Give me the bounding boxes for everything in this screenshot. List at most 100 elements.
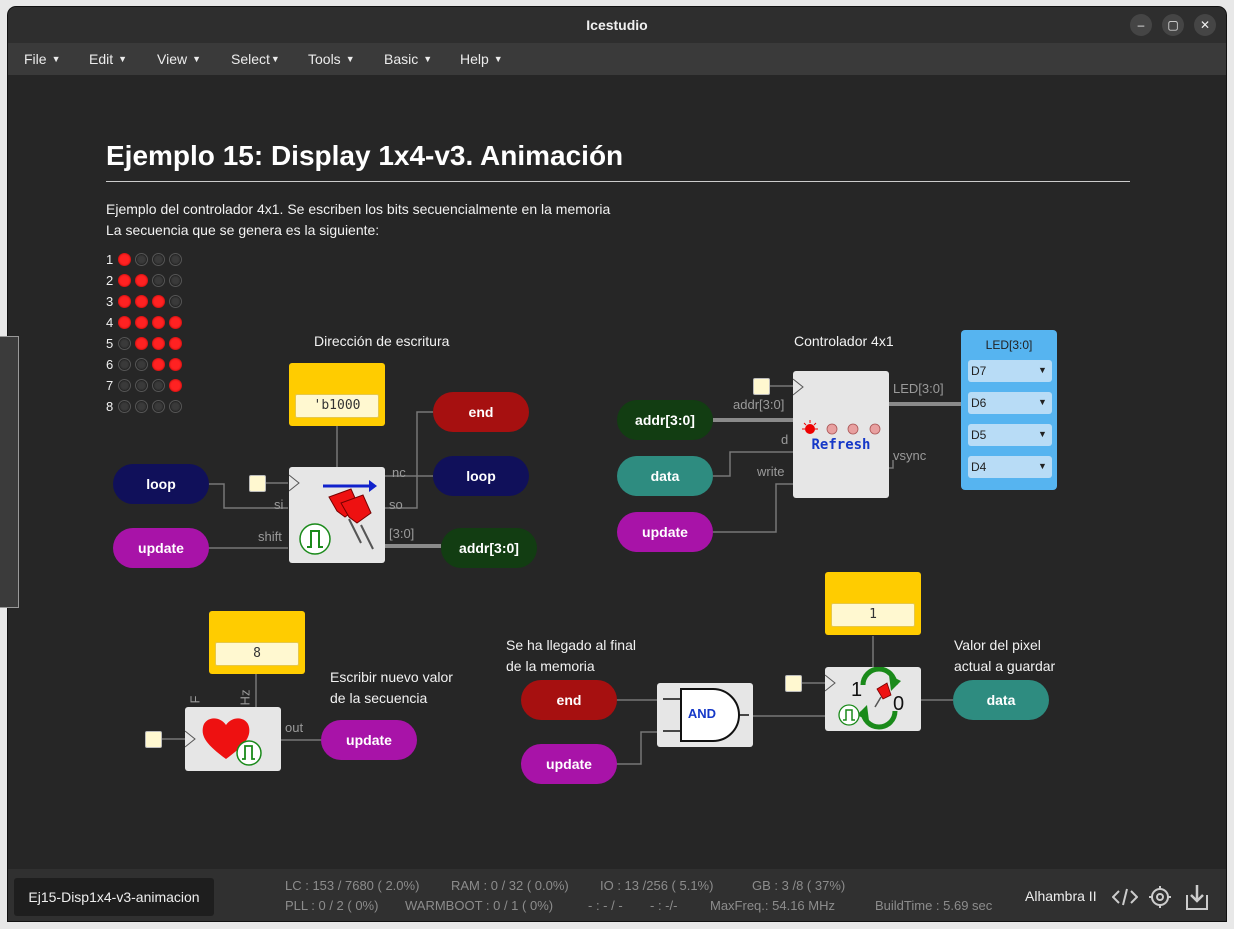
sequence-number: 8: [106, 399, 114, 414]
label-escribir-2: de la secuencia: [330, 690, 428, 706]
output-pill-update[interactable]: update: [321, 720, 417, 760]
menu-select-label: Select: [231, 51, 270, 67]
port-label-addr: addr[3:0]: [733, 397, 785, 412]
settings-chip-icon[interactable]: [1148, 885, 1172, 909]
led-off-icon: [118, 358, 131, 371]
wire-update-write: [713, 483, 793, 533]
constant-block-1[interactable]: 1: [825, 572, 921, 635]
constant-block-8[interactable]: 8: [209, 611, 305, 674]
pin-select-d4[interactable]: D4 ▼: [968, 456, 1052, 478]
controller-4x1-block[interactable]: Refresh: [792, 371, 889, 498]
led-off-icon: [118, 379, 131, 392]
and-gate-block[interactable]: AND: [657, 683, 753, 747]
port-label-bus: [3:0]: [389, 526, 415, 541]
sequence-row: 3: [106, 294, 186, 315]
minimize-icon[interactable]: –: [1130, 14, 1152, 36]
sequence-row: 4: [106, 315, 186, 336]
menu-file[interactable]: File ▼: [24, 51, 60, 67]
menu-tools[interactable]: Tools ▼: [308, 51, 355, 67]
label-controlador: Controlador 4x1: [794, 333, 894, 349]
menu-tools-label: Tools: [308, 51, 341, 67]
pin-select-label: D4: [971, 460, 987, 474]
sequence-number: 1: [106, 252, 114, 267]
maximize-icon[interactable]: ▢: [1162, 14, 1184, 36]
constant-value-field[interactable]: 8: [215, 642, 299, 666]
shift-register-block[interactable]: [288, 467, 385, 563]
pin-select-d5[interactable]: D5 ▼: [968, 424, 1052, 446]
title-divider: [106, 181, 1130, 182]
upload-to-board-icon[interactable]: [1185, 883, 1209, 911]
file-tab[interactable]: Ej15-Disp1x4-v3-animacion: [14, 878, 214, 916]
port-label-shift: shift: [258, 529, 282, 544]
led-on-icon: [135, 316, 148, 329]
stat-gb: GB : 3 /8 ( 37%): [752, 878, 846, 893]
led-off-icon: [152, 379, 165, 392]
output-pill-addr[interactable]: addr[3:0]: [441, 528, 537, 568]
output-pill-loop[interactable]: loop: [433, 456, 529, 496]
input-pill-update-2[interactable]: update: [617, 512, 713, 552]
input-pill-loop[interactable]: loop: [113, 464, 209, 504]
pin-select-label: D6: [971, 396, 987, 410]
menu-help-label: Help: [460, 51, 489, 67]
sequence-row: 1: [106, 252, 186, 273]
input-pill-data[interactable]: data: [617, 456, 713, 496]
board-name[interactable]: Alhambra II: [1025, 888, 1097, 904]
design-canvas[interactable]: Ejemplo 15: Display 1x4-v3. Animación Ej…: [8, 75, 1226, 869]
led-on-icon: [118, 316, 131, 329]
menu-basic[interactable]: Basic ▼: [384, 51, 432, 67]
menu-help[interactable]: Help ▼: [460, 51, 503, 67]
background-window-edge: [0, 336, 19, 608]
pin-select-d6[interactable]: D6 ▼: [968, 392, 1052, 414]
led-on-icon: [135, 274, 148, 287]
code-icon[interactable]: [1112, 887, 1138, 907]
constant-value-field[interactable]: 'b1000: [295, 394, 379, 418]
led-on-icon: [118, 274, 131, 287]
label-final-2: de la memoria: [506, 658, 595, 674]
input-pill-addr[interactable]: addr[3:0]: [617, 400, 713, 440]
clock-input-heart[interactable]: [145, 731, 162, 748]
app-window: Icestudio – ▢ ✕ File ▼ Edit ▼ View ▼ Select…: [8, 7, 1226, 921]
menu-view[interactable]: View ▼: [157, 51, 201, 67]
led-on-icon: [152, 358, 165, 371]
stat-maxfreq: MaxFreq.: 54.16 MHz: [710, 898, 835, 913]
menu-view-label: View: [157, 51, 188, 67]
output-pill-data[interactable]: data: [953, 680, 1049, 720]
led-off-icon: [118, 400, 131, 413]
input-pill-update-3[interactable]: update: [521, 744, 617, 784]
page-title: Ejemplo 15: Display 1x4-v3. Animación: [106, 140, 624, 171]
sequence-row: 6: [106, 357, 186, 378]
sequence-number: 5: [106, 336, 114, 351]
status-bar: Ej15-Disp1x4-v3-animacion LC : 153 / 768…: [8, 869, 1226, 921]
menu-edit[interactable]: Edit ▼: [89, 51, 127, 67]
clock-input-controller[interactable]: [753, 378, 770, 395]
input-pill-update[interactable]: update: [113, 528, 209, 568]
led-off-icon: [135, 358, 148, 371]
clock-input-shiftreg[interactable]: [249, 475, 266, 492]
constant-value-field[interactable]: 1: [831, 603, 915, 627]
led-output-panel[interactable]: LED[3:0] D7 ▼ D6 ▼ D5 ▼ D4 ▼: [961, 330, 1057, 490]
caret-down-icon: ▼: [51, 54, 61, 64]
stat-dash-1: - : - / -: [588, 898, 623, 913]
output-pill-end[interactable]: end: [433, 392, 529, 432]
led-off-icon: [169, 253, 182, 266]
port-label-vsync: vsync: [893, 448, 927, 463]
sequence-row: 5: [106, 336, 186, 357]
heartbeat-block[interactable]: [184, 707, 281, 771]
led-off-icon: [169, 295, 182, 308]
wire-update-and: [616, 731, 657, 765]
toggle-ff-block[interactable]: 1 0: [824, 666, 921, 731]
pin-select-d7[interactable]: D7 ▼: [968, 360, 1052, 382]
caret-down-icon: ▼: [1038, 397, 1047, 407]
close-icon[interactable]: ✕: [1194, 14, 1216, 36]
led-panel-title: LED[3:0]: [985, 338, 1033, 352]
caret-down-icon: ▼: [345, 54, 355, 64]
menu-select[interactable]: Select▼: [231, 51, 280, 67]
port-label-si: si: [274, 497, 284, 512]
clock-input-toggle[interactable]: [785, 675, 802, 692]
sequence-number: 2: [106, 273, 114, 288]
input-pill-end[interactable]: end: [521, 680, 617, 720]
port-label-hz: Hz: [237, 689, 253, 706]
port-label-write: write: [757, 464, 785, 479]
heart-icon: [184, 718, 262, 766]
constant-block-b1000[interactable]: 'b1000: [289, 363, 385, 426]
